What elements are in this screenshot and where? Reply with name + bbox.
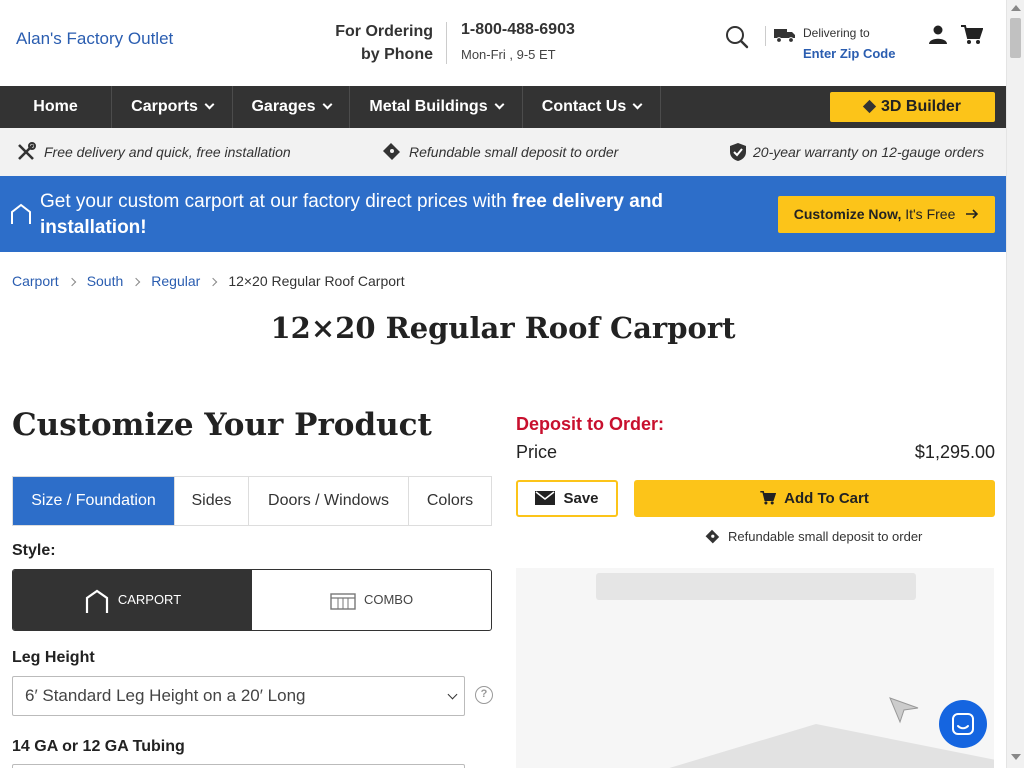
main-nav: Home Carports Garages Metal Buildings Co… [0,86,1006,128]
price-value: $1,295.00 [914,442,995,462]
tab-size-foundation[interactable]: Size / Foundation [13,477,175,525]
tubing-gauge-select[interactable] [12,764,465,768]
tab-doors-windows[interactable]: Doors / Windows [249,477,409,525]
perks-bar: Free delivery and quick, free installati… [0,128,1006,176]
nav-carports[interactable]: Carports [112,86,233,128]
truck-icon [774,29,795,43]
envelope-icon [535,491,556,506]
perk-deposit: Refundable small deposit to order [409,144,619,160]
arrow-right-icon [966,209,979,219]
tab-sides[interactable]: Sides [175,477,249,525]
chevron-right-icon [209,277,218,287]
carport-icon [85,589,108,613]
ticket-icon [705,529,720,543]
chevron-down-icon [494,99,505,110]
order-by-phone-label: For Ordering by Phone [335,23,433,63]
page-scrollbar[interactable] [1006,0,1024,768]
rotate-cursor-icon [889,697,919,724]
chevron-right-icon [132,277,141,287]
refund-note: Refundable small deposit to order [704,529,922,546]
breadcrumb-current: 12×20 Regular Roof Carport [228,273,405,289]
combo-building-icon [330,592,356,610]
ticket-icon [383,143,400,160]
chevron-down-icon [322,99,332,110]
nav-garages[interactable]: Garages [233,86,350,128]
customize-title: Customize Your Product [12,407,432,443]
phone-number-link[interactable]: 1-800-488-6903 [461,21,575,39]
breadcrumb-carport[interactable]: Carport [12,273,59,289]
site-logo[interactable]: Alan's Factory Outlet [16,29,173,49]
promo-text: Get your custom carport at our factory d… [40,191,664,238]
chevron-down-icon [447,689,458,700]
viewer-toolbar-placeholder [596,573,916,600]
chevron-down-icon [204,99,215,110]
cube-icon [862,99,877,114]
phone-hours: Mon-Fri , 9-5 ET [461,47,556,62]
tab-colors[interactable]: Colors [409,477,491,525]
save-button[interactable]: Save [516,480,618,517]
style-label: Style: [12,542,56,559]
scroll-down-arrow-icon[interactable] [1011,754,1021,760]
cart-icon [760,490,777,505]
nav-home[interactable]: Home [0,86,112,128]
help-icon[interactable]: ? [475,686,493,704]
header-divider [446,22,447,64]
customize-tabs: Size / Foundation Sides Doors / Windows … [12,476,492,526]
perk-delivery: Free delivery and quick, free installati… [44,144,291,160]
style-option-carport[interactable]: CARPORT [13,570,252,630]
breadcrumb: Carport South Regular 12×20 Regular Roof Ca… [12,273,405,289]
leg-height-select[interactable]: 6′ Standard Leg Height on a 20′ Long [12,676,465,716]
delivering-to-label: Delivering to [803,26,870,40]
site-header: Alan's Factory Outlet For Ordering by Ph… [0,0,1006,86]
shield-check-icon [730,143,746,161]
style-option-combo[interactable]: COMBO [252,570,491,630]
nav-metal-buildings[interactable]: Metal Buildings [350,86,523,128]
leg-height-value: 6′ Standard Leg Height on a 20′ Long [25,686,306,705]
customize-now-button[interactable]: Customize Now, It's Free [778,196,995,233]
chat-icon [952,713,974,735]
leg-height-label: Leg Height [12,649,95,666]
tubing-gauge-label: 14 GA or 12 GA Tubing [12,738,185,755]
chevron-down-icon [632,99,643,110]
chat-button[interactable] [939,700,987,748]
style-selector: CARPORT COMBO [12,569,492,631]
chevron-right-icon [67,277,76,287]
header-divider [765,26,766,46]
price-label: Price [516,442,558,462]
scrollbar-thumb[interactable] [1010,18,1021,58]
breadcrumb-regular[interactable]: Regular [151,273,200,289]
3d-product-viewer[interactable] [516,568,994,768]
cart-icon[interactable] [961,25,983,45]
deposit-label: Deposit to Order: [516,414,665,434]
scroll-up-arrow-icon[interactable] [1011,5,1021,11]
search-icon[interactable] [725,25,749,49]
perk-warranty: 20-year warranty on 12-gauge orders [753,144,985,160]
carport-outline-icon [11,203,31,224]
add-to-cart-button[interactable]: Add To Cart [634,480,995,517]
enter-zip-link[interactable]: Enter Zip Code [803,46,895,61]
page-title: 12×20 Regular Roof Carport [270,311,736,345]
user-icon[interactable] [929,25,947,45]
carport-model-preview [669,724,994,768]
tools-icon [18,142,36,160]
nav-contact-us[interactable]: Contact Us [523,86,661,128]
3d-builder-button[interactable]: 3D Builder [830,92,995,122]
breadcrumb-south[interactable]: South [87,273,124,289]
